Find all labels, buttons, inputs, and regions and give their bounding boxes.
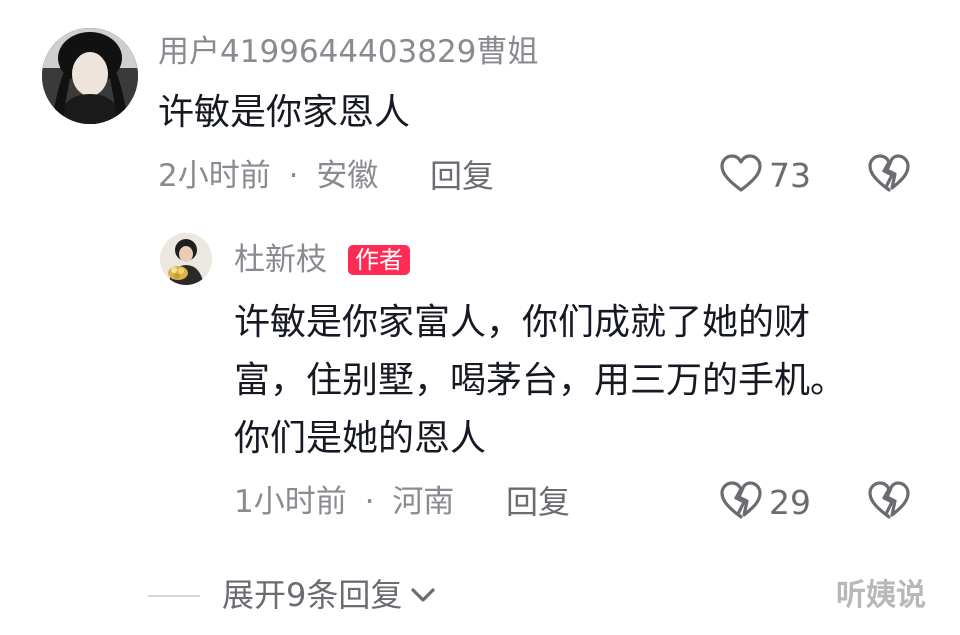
- comment-like-count: 73: [769, 156, 811, 195]
- author-badge: 作者: [348, 245, 410, 275]
- reply-time: 1小时前: [234, 484, 347, 520]
- author-username[interactable]: 杜新枝: [234, 240, 327, 280]
- comment-meta: 2小时前 · 安徽: [158, 156, 378, 196]
- comment-reply-button[interactable]: 回复: [430, 156, 494, 196]
- comment-time: 2小时前: [158, 158, 271, 194]
- reply-text-line: 富，住别墅，喝茅台，用三万的手机。: [234, 360, 847, 401]
- comment-location: 安徽: [316, 158, 379, 194]
- heart-outline-icon[interactable]: [719, 154, 763, 194]
- reply-meta: 1小时前 · 河南: [234, 482, 454, 522]
- chevron-down-icon: [410, 586, 436, 604]
- reply-text-line: 你们是她的恩人: [234, 418, 487, 459]
- reply-like-count: 29: [769, 483, 811, 522]
- expand-replies-label: 展开9条回复: [222, 576, 403, 614]
- meta-separator: ·: [288, 158, 299, 194]
- broken-heart-icon[interactable]: [719, 481, 763, 521]
- watermark: 听姨说: [836, 578, 926, 613]
- author-avatar[interactable]: [160, 233, 212, 285]
- reply-text: 许敏是你家富人，你们成就了她的财 富，住别墅，喝茅台，用三万的手机。 你们是她的…: [234, 294, 846, 468]
- meta-separator: ·: [364, 484, 375, 520]
- commenter-avatar[interactable]: [42, 28, 138, 124]
- expand-replies-button[interactable]: 展开9条回复: [222, 575, 436, 615]
- broken-heart-icon[interactable]: [867, 154, 911, 194]
- expand-divider: [148, 595, 200, 597]
- comment-text: 许敏是你家恩人: [158, 92, 411, 133]
- reply-text-line: 许敏是你家富人，你们成就了她的财: [234, 302, 811, 343]
- broken-heart-icon[interactable]: [867, 481, 911, 521]
- reply-location: 河南: [392, 484, 455, 520]
- reply-reply-button[interactable]: 回复: [506, 482, 570, 522]
- commenter-username[interactable]: 用户4199644403829曹姐: [158, 32, 538, 72]
